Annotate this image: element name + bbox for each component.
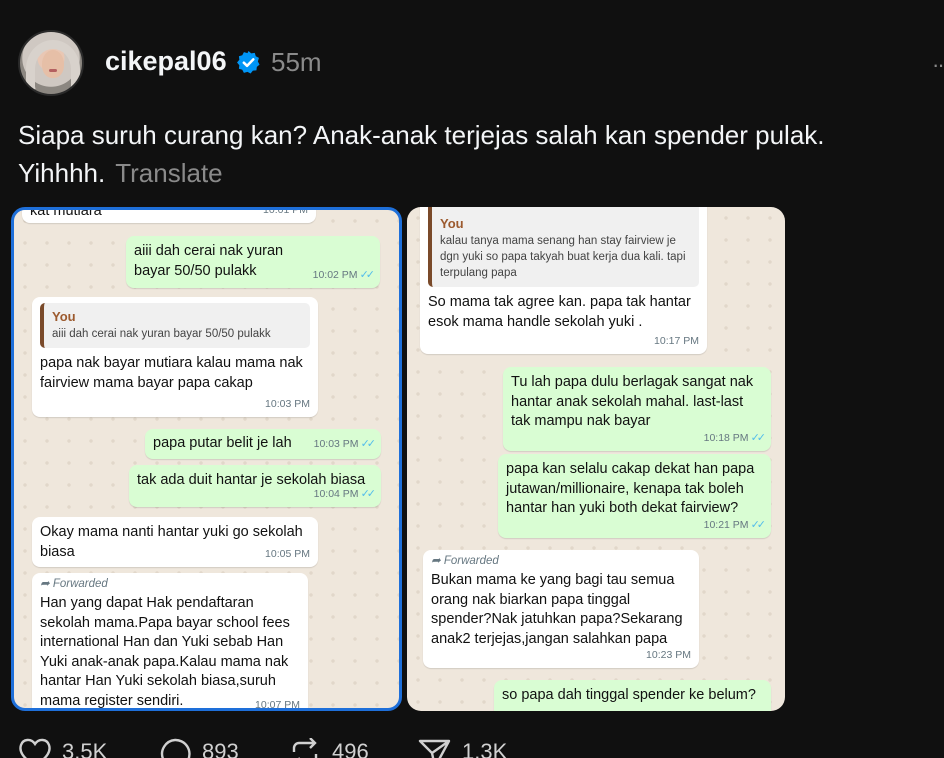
message-bubble: kat mutiara 10:01 PM <box>22 207 316 223</box>
verified-badge-icon <box>237 51 260 74</box>
message-bubble: aiii dah cerai nak yuran bayar 50/50 pul… <box>126 236 380 288</box>
message-time: 10:03 PM <box>265 397 310 410</box>
message-time: 10:23 PM <box>646 648 691 661</box>
forwarded-label: ➦ Forwarded <box>40 577 300 592</box>
message-text: Han yang dapat Hak pendaftaran sekolah m… <box>40 595 290 709</box>
message-status: 10:02 PM ✓✓ <box>312 266 376 286</box>
more-options-button[interactable]: ·· <box>932 52 944 78</box>
forwarded-label: ➦ Forwarded <box>431 554 691 569</box>
message-bubble: papa kan selalu cakap dekat han papa jut… <box>498 454 771 538</box>
message-time: 10:21 PM <box>703 518 749 531</box>
message-time: 10:02 PM <box>312 268 358 281</box>
message-text: Tu lah papa dulu berlagak sangat nak han… <box>511 374 754 429</box>
forwarded-text: Forwarded <box>443 555 499 567</box>
double-check-icon: ✓✓ <box>750 431 767 444</box>
message-time: 10:03 PM <box>313 437 359 450</box>
quote-author: You <box>52 309 76 324</box>
message-status: 10:18 PM ✓✓ <box>703 429 767 449</box>
message-bubble: Tu lah papa dulu berlagak sangat nak han… <box>503 367 771 451</box>
quote-text: aiii dah cerai nak yuran bayar 50/50 pul… <box>52 328 271 340</box>
quote-author: You <box>440 216 464 231</box>
message-status: 10:03 PM ✓✓ <box>313 435 377 455</box>
forward-arrow-icon: ➦ <box>40 578 53 590</box>
forward-arrow-icon: ➦ <box>431 555 444 567</box>
forwarded-message-bubble: ➦ Forwarded Bukan mama ke yang bagi tau … <box>423 550 699 668</box>
post-actions-bar: 3.5K 893 496 1.3K <box>18 736 618 758</box>
forwarded-message-bubble: ➦ Forwarded Han yang dapat Hak pendaftar… <box>32 573 308 711</box>
double-check-icon: ✓✓ <box>359 268 376 281</box>
message-text: papa nak bayar mutiara kalau mama nak fa… <box>40 355 303 391</box>
username[interactable]: cikepal06 <box>105 46 227 77</box>
share-count: 1.3K <box>462 739 508 758</box>
message-text: papa kan selalu cakap dekat han papa jut… <box>506 461 755 516</box>
message-bubble: Okay mama nanti hantar yuki go sekolah b… <box>32 517 318 567</box>
message-time: 10:07 PM <box>255 698 300 711</box>
repost-count: 496 <box>332 739 369 758</box>
message-text: So mama tak agree kan. papa tak hantar e… <box>428 294 691 330</box>
quoted-message[interactable]: You kalau tanya mama senang han stay fai… <box>428 207 699 287</box>
repost-icon <box>292 738 318 758</box>
comment-icon <box>160 738 191 758</box>
message-text: Bukan mama ke yang bagi tau semua orang … <box>431 572 683 647</box>
message-time: 10:18 PM <box>703 431 749 444</box>
message-status: 10:21 PM ✓✓ <box>703 516 767 536</box>
like-count: 3.5K <box>62 739 108 758</box>
post-caption: Siapa suruh curang kan? Anak-anak terjej… <box>18 116 918 192</box>
message-time: 10:01 PM <box>263 207 308 216</box>
message-time: 10:05 PM <box>265 547 310 560</box>
reply-message-bubble: You aiii dah cerai nak yuran bayar 50/50… <box>32 297 318 417</box>
double-check-icon: ✓✓ <box>360 437 377 450</box>
message-time: 10:17 PM <box>654 334 699 347</box>
message-bubble: papa putar belit je lah 10:03 PM ✓✓ <box>145 429 381 459</box>
double-check-icon: ✓✓ <box>750 518 767 531</box>
avatar-face <box>42 50 64 78</box>
share-icon <box>418 739 451 758</box>
message-bubble: tak ada duit hantar je sekolah biasa 10:… <box>129 465 381 507</box>
chat-screenshot-left[interactable]: kat mutiara 10:01 PM aiii dah cerai nak … <box>11 207 402 711</box>
avatar[interactable] <box>18 30 84 96</box>
message-bubble: so papa dah tinggal spender ke belum? <box>494 680 771 711</box>
forwarded-text: Forwarded <box>52 578 108 590</box>
post-time: 55m <box>271 47 322 77</box>
heart-icon <box>19 738 51 758</box>
quoted-message[interactable]: You aiii dah cerai nak yuran bayar 50/50… <box>40 303 310 348</box>
avatar-lips <box>49 69 57 72</box>
double-check-icon: ✓✓ <box>360 487 377 500</box>
quote-text: kalau tanya mama senang han stay fairvie… <box>440 235 686 279</box>
translate-link[interactable]: Translate <box>115 158 222 188</box>
reply-message-bubble: You kalau tanya mama senang han stay fai… <box>420 207 707 354</box>
message-text: aiii dah cerai nak yuran bayar 50/50 pul… <box>134 243 284 279</box>
message-text: so papa dah tinggal spender ke belum? <box>502 687 756 703</box>
chat-screenshot-right[interactable]: You kalau tanya mama senang han stay fai… <box>407 207 785 711</box>
message-time: 10:04 PM <box>313 487 359 500</box>
comment-count: 893 <box>202 739 239 758</box>
message-status: 10:04 PM ✓✓ <box>313 485 377 505</box>
